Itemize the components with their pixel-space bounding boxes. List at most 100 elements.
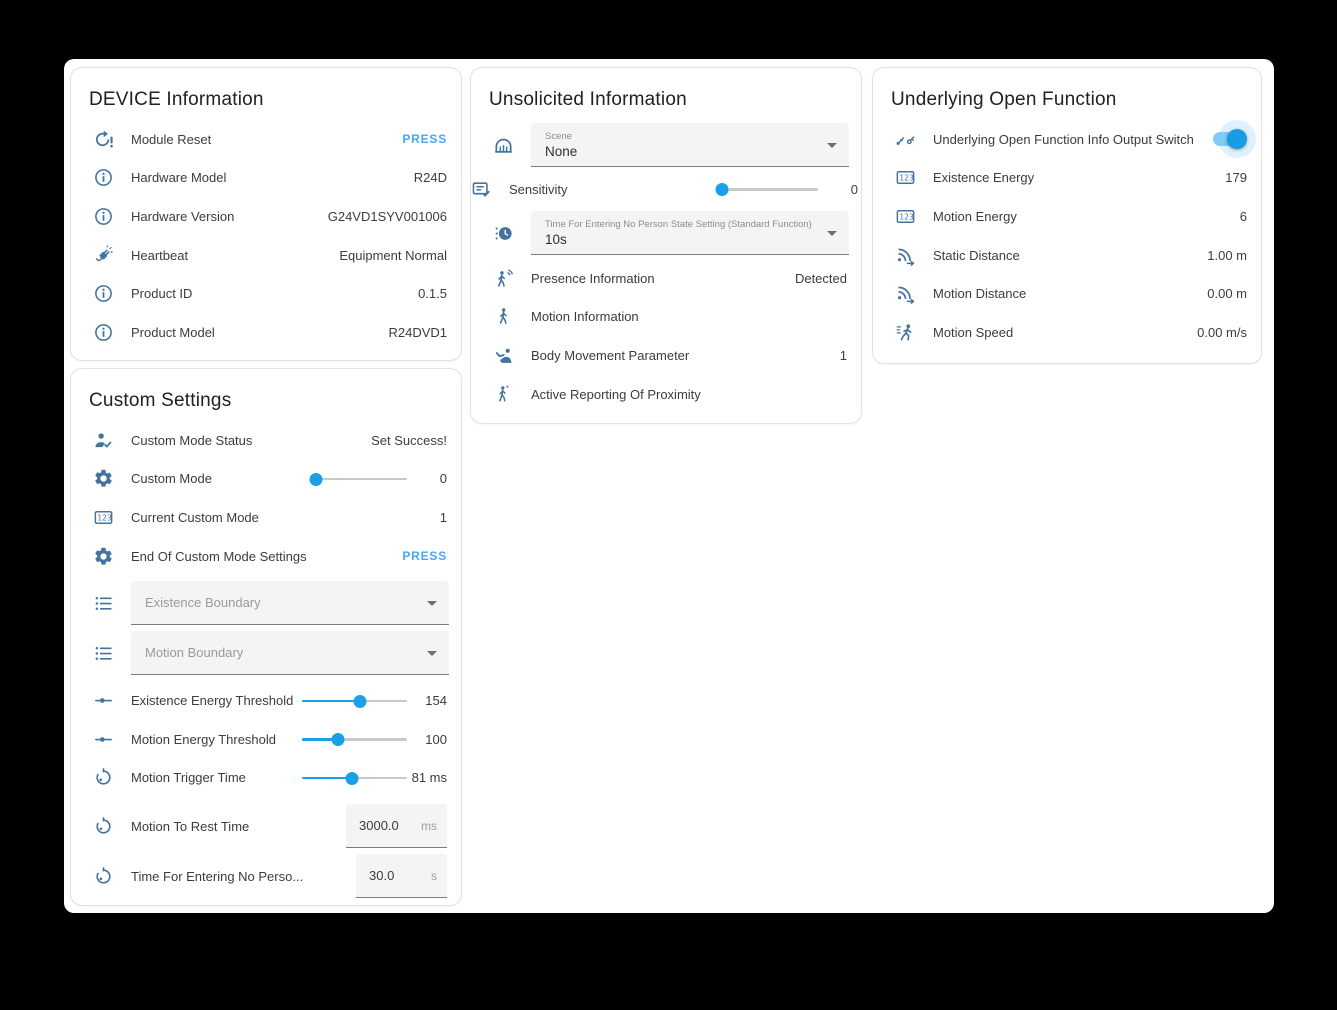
chevron-down-icon: [427, 651, 437, 656]
signal-distance-icon: [895, 283, 916, 304]
device-information-card: DEVICE Information Module Reset PRESS Ha…: [70, 67, 462, 361]
no-person-time-select[interactable]: Time For Entering No Person State Settin…: [531, 211, 849, 255]
module-reset-press-button[interactable]: PRESS: [394, 132, 447, 146]
numeric-counter-icon: [93, 507, 114, 528]
power-plug-icon: [93, 245, 114, 266]
account-check-icon: [93, 430, 114, 451]
motion-distance-value: 0.00 m: [1199, 286, 1247, 301]
underlying-card-title: Underlying Open Function: [873, 68, 1261, 111]
timer-icon: [93, 816, 114, 837]
motion-to-rest-time-input[interactable]: 3000.0 ms: [346, 804, 447, 848]
existence-boundary-select-row: Existence Boundary: [71, 581, 461, 625]
body-movement-parameter-value: 1: [832, 348, 847, 363]
custom-mode-value: 0: [407, 471, 447, 486]
hardware-version-value: G24VD1SYV001006: [320, 209, 447, 224]
current-custom-mode-label: Current Custom Mode: [131, 510, 259, 525]
motion-boundary-select[interactable]: Motion Boundary: [131, 631, 449, 675]
unsolicited-card-title: Unsolicited Information: [471, 68, 861, 111]
motion-distance-row: Motion Distance 0.00 m: [895, 274, 1247, 313]
scene-select[interactable]: Scene None: [531, 123, 849, 167]
device-row-module-reset: Module Reset PRESS: [93, 120, 447, 159]
walk-icon: [493, 306, 514, 327]
gear-icon: [93, 546, 114, 567]
device-row-product-model: Product Model R24DVD1: [93, 313, 447, 352]
product-model-value: R24DVD1: [380, 325, 447, 340]
motion-trigger-time-thumb[interactable]: [346, 772, 359, 785]
existence-energy-value: 179: [1217, 170, 1247, 185]
chevron-down-icon: [827, 231, 837, 236]
unsolicited-information-card: Unsolicited Information Scene None Sensi…: [470, 67, 862, 424]
custom-mode-label: Custom Mode: [131, 471, 212, 486]
active-reporting-proximity-row: Active Reporting Of Proximity: [493, 375, 847, 414]
static-distance-row: Static Distance 1.00 m: [895, 236, 1247, 275]
key-switch-icon: [895, 129, 916, 150]
chevron-down-icon: [827, 143, 837, 148]
device-row-hardware-version: Hardware Version G24VD1SYV001006: [93, 197, 447, 236]
presence-information-label: Presence Information: [531, 271, 655, 286]
body-movement-parameter-row: Body Movement Parameter 1: [493, 336, 847, 375]
list-icon: [93, 643, 114, 664]
end-custom-mode-press-button[interactable]: PRESS: [394, 549, 447, 563]
walk-waves-icon: [493, 268, 514, 289]
device-row-product-id: Product ID 0.1.5: [93, 274, 447, 313]
motion-energy-threshold-slider[interactable]: [302, 732, 407, 746]
motion-energy-threshold-value: 100: [407, 732, 447, 747]
motion-energy-threshold-thumb[interactable]: [331, 733, 344, 746]
presence-information-value: Detected: [787, 271, 847, 286]
existence-energy-label: Existence Energy: [933, 170, 1034, 185]
sensitivity-slider[interactable]: [718, 182, 818, 196]
device-row-heartbeat: Heartbeat Equipment Normal: [93, 236, 447, 275]
slider-icon: [93, 729, 114, 750]
numeric-counter-icon: [895, 206, 916, 227]
hardware-version-label: Hardware Version: [131, 209, 234, 224]
sensitivity-value: 0: [818, 182, 858, 197]
existence-boundary-select[interactable]: Existence Boundary: [131, 581, 449, 625]
sensitivity-slider-thumb[interactable]: [716, 183, 729, 196]
sensitivity-checklist-icon: [471, 179, 492, 200]
underlying-output-toggle[interactable]: [1213, 129, 1247, 149]
product-id-value: 0.1.5: [410, 286, 447, 301]
custom-mode-status-value: Set Success!: [363, 433, 447, 448]
hardware-model-label: Hardware Model: [131, 170, 226, 185]
gear-icon: [93, 468, 114, 489]
heartbeat-label: Heartbeat: [131, 248, 188, 263]
device-card-title: DEVICE Information: [71, 68, 461, 111]
custom-mode-status-label: Custom Mode Status: [131, 433, 252, 448]
custom-mode-slider-thumb[interactable]: [309, 473, 322, 486]
custom-mode-slider[interactable]: [312, 472, 407, 486]
slider-icon: [93, 690, 114, 711]
body-movement-icon: [493, 345, 514, 366]
active-reporting-proximity-label: Active Reporting Of Proximity: [531, 387, 701, 402]
walk-mark-icon: [493, 384, 514, 405]
existence-energy-threshold-slider[interactable]: [302, 694, 407, 708]
list-icon: [93, 593, 114, 614]
motion-speed-value: 0.00 m/s: [1189, 325, 1247, 340]
motion-energy-value: 6: [1232, 209, 1247, 224]
existence-energy-threshold-thumb[interactable]: [353, 695, 366, 708]
no-person-time-value: 30.0: [369, 868, 394, 883]
motion-distance-label: Motion Distance: [933, 286, 1026, 301]
sensitivity-row: Sensitivity 0: [471, 167, 861, 211]
motion-to-rest-time-value: 3000.0: [359, 818, 399, 833]
heartbeat-value: Equipment Normal: [331, 248, 447, 263]
custom-card-title: Custom Settings: [71, 369, 461, 412]
sensitivity-label: Sensitivity: [509, 182, 568, 197]
no-person-time-select-row: Time For Entering No Person State Settin…: [471, 211, 861, 255]
motion-to-rest-time-unit: ms: [421, 819, 437, 833]
underlying-open-function-card: Underlying Open Function Underlying Open…: [872, 67, 1262, 364]
no-person-time-select-label: Time For Entering No Person State Settin…: [545, 219, 817, 230]
no-person-time-select-value: 10s: [545, 232, 817, 247]
no-person-time-input-row: Time For Entering No Perso... 30.0 s: [71, 851, 461, 901]
no-person-time-input[interactable]: 30.0 s: [356, 854, 447, 898]
signal-distance-icon: [895, 245, 916, 266]
motion-trigger-time-slider[interactable]: [302, 771, 407, 785]
custom-settings-card: Custom Settings Custom Mode Status Set S…: [70, 368, 462, 906]
underlying-switch-label: Underlying Open Function Info Output Swi…: [933, 132, 1194, 147]
numeric-counter-icon: [895, 167, 916, 188]
device-row-hardware-model: Hardware Model R24D: [93, 159, 447, 198]
timer-icon: [93, 767, 114, 788]
product-id-label: Product ID: [131, 286, 192, 301]
current-custom-mode-row: Current Custom Mode 1: [93, 498, 447, 537]
static-distance-label: Static Distance: [933, 248, 1020, 263]
existence-energy-threshold-row: Existence Energy Threshold 154: [93, 681, 447, 720]
